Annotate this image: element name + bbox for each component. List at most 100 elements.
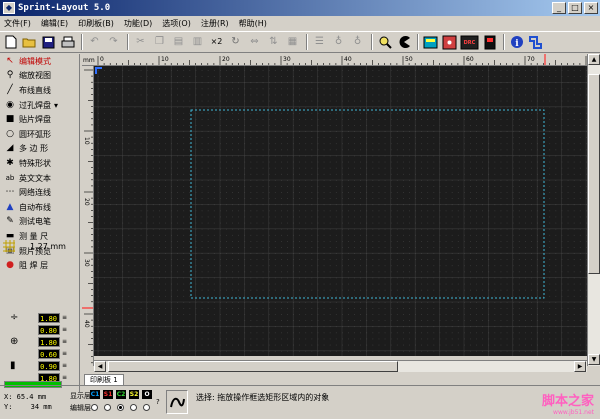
layer-s2-toggle[interactable]: S2 [129, 390, 139, 399]
status-bar: X: 65.4 mm Y: 34 mm 显示层 编辑层 C1 S1 C2 S2 O ? … [0, 385, 600, 419]
layer-s1-toggle[interactable]: S1 [103, 390, 113, 399]
vertical-scrollbar[interactable]: ▲ ▼ [587, 54, 600, 366]
drc-icon[interactable]: DRC [460, 34, 479, 51]
layer-o-toggle[interactable]: O [142, 390, 152, 399]
properties-icon[interactable]: ☰ [311, 34, 328, 51]
param-unit-icon[interactable]: ≡ [62, 349, 67, 359]
file-new-icon[interactable] [2, 34, 19, 51]
menu-function[interactable]: 功能(D) [124, 18, 152, 29]
copy-icon[interactable]: ❐ [151, 34, 168, 51]
cut-icon[interactable]: ✂ [132, 34, 149, 51]
tool-track[interactable]: ╱ 布线直线 [0, 83, 79, 98]
info-icon[interactable]: i [508, 34, 525, 51]
scroll-left-button[interactable]: ◀ [94, 361, 106, 372]
cursor-arrow-icon: ↖ [6, 55, 14, 66]
tab-board-1[interactable]: 印刷板 1 [84, 374, 124, 385]
param-unit-icon[interactable]: ≡ [62, 313, 67, 323]
crosshair-icon[interactable] [527, 34, 544, 51]
route-mode-button[interactable] [166, 390, 188, 414]
toolbar-separator [306, 34, 308, 50]
ruler-top: mm 0 10 20 30 40 50 60 70 [82, 54, 587, 66]
close-button[interactable]: × [584, 2, 598, 14]
tool-autoroute[interactable]: ▲ 自动布线 [0, 200, 79, 215]
menu-options[interactable]: 选项(O) [162, 18, 191, 29]
param-value[interactable]: 0.90 [38, 360, 60, 371]
layer-c1-toggle[interactable]: C1 [90, 390, 100, 399]
paste-icon[interactable]: ▤ [170, 34, 187, 51]
display-layer-label: 显示层 [70, 392, 91, 400]
autoroute-icon: ▲ [6, 201, 14, 212]
delete-icon[interactable]: ▥ [189, 34, 206, 51]
scroll-down-button[interactable]: ▼ [588, 354, 600, 365]
menu-help[interactable]: 帮助(H) [239, 18, 267, 29]
component-library-icon[interactable] [422, 34, 439, 51]
minimize-button[interactable]: _ [552, 2, 566, 14]
param-unit-icon[interactable]: ≡ [62, 373, 67, 383]
param-value[interactable]: 0.60 [38, 348, 60, 359]
app-icon[interactable]: ◆ [3, 2, 15, 14]
edit-layer-radio[interactable] [104, 404, 111, 411]
menu-register[interactable]: 注册(R) [201, 18, 229, 29]
edit-layer-label: 编辑层 [70, 404, 91, 412]
tool-text[interactable]: ab 英文文本 [0, 171, 79, 186]
param-unit-icon[interactable]: ≡ [62, 361, 67, 371]
param-row: ÷ 1.80 ≡ [4, 312, 76, 323]
edit-layer-radio[interactable] [117, 404, 124, 411]
tool-solder-mask[interactable]: ● 阻 焊 层 [0, 258, 79, 273]
edit-layer-radio[interactable] [143, 404, 150, 411]
scroll-up-button[interactable]: ▲ [588, 54, 600, 65]
tool-smd-pad[interactable]: ■ 贴片焊盘 [0, 112, 79, 127]
duplicate-icon[interactable]: ×2 [208, 34, 225, 51]
dropdown-arrow-icon[interactable]: ▾ [54, 101, 58, 110]
edit-layer-radio[interactable] [130, 404, 137, 411]
smd-size-icon: ▮ [10, 359, 16, 371]
zoom-icon[interactable] [376, 34, 393, 51]
drill-icon[interactable] [441, 34, 458, 51]
param-unit-icon[interactable]: ≡ [62, 337, 67, 347]
pacman-icon[interactable] [395, 34, 412, 51]
layer-help[interactable]: ? [156, 398, 160, 406]
tool-special-shape[interactable]: ✱ 特殊形状 [0, 156, 79, 171]
lock-icon[interactable]: ♁ [330, 34, 347, 51]
net-connect-icon: ⋯ [5, 187, 15, 198]
scroll-right-button[interactable]: ▶ [574, 361, 586, 372]
pcb-canvas[interactable] [94, 66, 587, 356]
align-icon[interactable]: ⇅ [265, 34, 282, 51]
horizontal-scroll-thumb[interactable] [108, 361, 398, 372]
menu-file[interactable]: 文件(F) [4, 18, 31, 29]
test-icon[interactable] [481, 34, 498, 51]
edit-layer-radio[interactable] [91, 404, 98, 411]
tool-net-connect[interactable]: ⋯ 网络连线 [0, 185, 79, 200]
horizontal-scrollbar[interactable]: ◀ ▶ [94, 360, 587, 372]
mirror-icon[interactable]: ⇔ [246, 34, 263, 51]
param-value[interactable]: 1.80 [38, 312, 60, 323]
save-icon[interactable] [40, 34, 57, 51]
tool-zoom[interactable]: ⚲ 缩放视图 [0, 69, 79, 84]
toolbar-separator [127, 34, 129, 50]
group-icon[interactable]: ▦ [284, 34, 301, 51]
redo-icon[interactable]: ↷ [105, 34, 122, 51]
maximize-button[interactable]: □ [568, 2, 582, 14]
print-icon[interactable] [59, 34, 76, 51]
tool-test-probe[interactable]: ✎ 测试电笔 [0, 215, 79, 230]
ruler-left-label: 40 [83, 320, 90, 328]
param-value[interactable]: 0.80 [38, 324, 60, 335]
tool-circle-arc[interactable]: ○ 圆环弧形 [0, 127, 79, 142]
layer-c2-toggle[interactable]: C2 [116, 390, 126, 399]
tool-cursor-arrow[interactable]: ↖ 编辑模式 [0, 54, 79, 69]
tool-polygon[interactable]: ◢ 多 边 形 [0, 142, 79, 157]
grid-setting[interactable]: 1.27 mm [2, 238, 78, 254]
watermark-url: www.jb51.net [553, 409, 594, 416]
param-value[interactable]: 1.80 [38, 336, 60, 347]
folder-open-icon[interactable] [21, 34, 38, 51]
rotate-icon[interactable]: ↻ [227, 34, 244, 51]
menu-edit[interactable]: 编辑(E) [41, 18, 68, 29]
ruler-top-label: 70 [527, 56, 535, 63]
unlock-icon[interactable]: ♁ [349, 34, 366, 51]
layout-area: mm 0 10 20 30 40 50 60 70 10 20 30 40 [82, 54, 587, 366]
menu-board[interactable]: 印刷板(B) [78, 18, 114, 29]
vertical-scroll-thumb[interactable] [588, 74, 600, 274]
tool-via-pad[interactable]: ◉ 过孔焊盘 ▾ [0, 98, 79, 113]
undo-icon[interactable]: ↶ [86, 34, 103, 51]
param-unit-icon[interactable]: ≡ [62, 325, 67, 335]
